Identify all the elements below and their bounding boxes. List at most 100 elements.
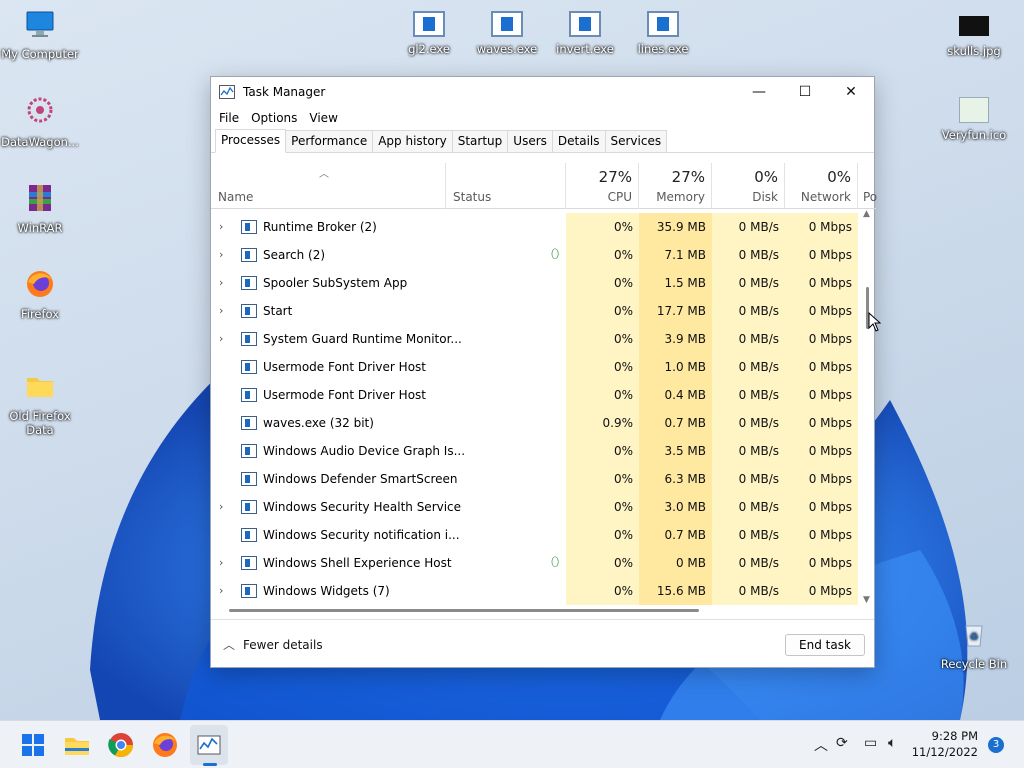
desktop-icon-old-firefox-data[interactable]: Old Firefox Data — [0, 356, 80, 451]
desktop-icon-my-computer[interactable]: My Computer — [0, 8, 80, 61]
process-memory-cell: 15.6 MB — [639, 577, 712, 605]
process-cpu-cell: 0% — [566, 577, 639, 605]
expand-chevron-icon[interactable]: › — [219, 241, 223, 269]
fewer-details-button[interactable]: ︿ Fewer details — [223, 636, 323, 653]
process-row[interactable]: › Spooler SubSystem App 0% 1.5 MB 0 MB/s 0 Mb… — [211, 269, 859, 297]
menu-options[interactable]: Options — [251, 111, 297, 125]
end-task-button[interactable]: End task — [785, 634, 865, 656]
title-bar[interactable]: Task Manager — ☐ ✕ — [211, 77, 874, 107]
chrome-icon[interactable] — [107, 731, 135, 759]
desktop-icon-veryfun[interactable]: Veryfun.ico — [934, 94, 1014, 142]
taskbar: ︿ ⟳ ▭ 🔈︎ 9:28 PM 11/12/2022 3 — [0, 720, 1024, 768]
process-disk-cell: 0 MB/s — [712, 437, 785, 465]
process-row[interactable]: Windows Security notification i... 0% 0.7 … — [211, 521, 859, 549]
tab-performance[interactable]: Performance — [285, 130, 374, 152]
task-manager-window[interactable]: Task Manager — ☐ ✕ File Options View Pro… — [210, 76, 877, 668]
process-row[interactable]: waves.exe (32 bit) 0.9% 0.7 MB 0 MB/s 0 Mbps — [211, 409, 859, 437]
process-name: Windows Defender SmartScreen — [263, 472, 458, 486]
scroll-up-icon[interactable]: ▲ — [863, 209, 870, 219]
process-row[interactable]: Usermode Font Driver Host 0% 1.0 MB 0 MB/s 0… — [211, 353, 859, 381]
update-icon[interactable]: ⟳ — [836, 735, 848, 751]
process-memory-cell: 6.3 MB — [639, 465, 712, 493]
minimize-button[interactable]: — — [736, 77, 782, 107]
expand-chevron-icon[interactable]: › — [219, 213, 223, 241]
process-list[interactable]: › Runtime Broker (2) 0% 35.9 MB 0 MB/s 0 Mbps… — [211, 213, 859, 605]
efficiency-mode-leaf-icon: ⬯ — [551, 555, 560, 570]
start-icon[interactable] — [19, 731, 47, 759]
column-header-network[interactable]: 0% Network — [785, 163, 858, 209]
notification-badge[interactable]: 3 — [988, 737, 1004, 753]
column-header-status[interactable]: Status — [446, 163, 566, 209]
process-icon — [241, 584, 257, 598]
task-manager-icon[interactable] — [195, 731, 223, 759]
clock[interactable]: 9:28 PM 11/12/2022 — [912, 728, 978, 760]
column-header-disk[interactable]: 0% Disk — [712, 163, 785, 209]
task-manager-icon — [219, 85, 235, 99]
process-row[interactable]: › Windows Widgets (7) 0% 15.6 MB 0 MB/s 0 Mbp… — [211, 577, 859, 605]
process-disk-cell: 0 MB/s — [712, 409, 785, 437]
process-name: Spooler SubSystem App — [263, 276, 408, 290]
tab-app-history[interactable]: App history — [372, 130, 453, 152]
desktop-icon-recycle-bin[interactable]: ♻ Recycle Bin — [934, 618, 1014, 671]
expand-chevron-icon[interactable]: › — [219, 493, 223, 521]
menu-view[interactable]: View — [309, 111, 337, 125]
desktop-icon-lines[interactable]: lines.exe — [623, 8, 703, 56]
desktop-icon-winrar[interactable]: WinRAR — [0, 182, 80, 235]
desktop-icon-waves[interactable]: waves.exe — [467, 8, 547, 56]
process-row[interactable]: Windows Defender SmartScreen 0% 6.3 MB 0 MB… — [211, 465, 859, 493]
expand-chevron-icon[interactable]: › — [219, 549, 223, 577]
close-button[interactable]: ✕ — [828, 77, 874, 107]
process-row[interactable]: Usermode Font Driver Host 0% 0.4 MB 0 MB/s 0… — [211, 381, 859, 409]
desktop-icon-invert[interactable]: invert.exe — [545, 8, 625, 56]
process-row[interactable]: › Start 0% 17.7 MB 0 MB/s 0 Mbps — [211, 297, 859, 325]
process-row[interactable]: › Search (2) ⬯ 0% 7.1 MB 0 MB/s 0 Mbps — [211, 241, 859, 269]
tab-startup[interactable]: Startup — [451, 130, 509, 152]
process-network-cell: 0 Mbps — [785, 241, 858, 269]
firefox-icon[interactable] — [151, 731, 179, 759]
expand-chevron-icon[interactable]: › — [219, 297, 223, 325]
volume-icon[interactable]: 🔈︎ — [888, 735, 896, 751]
expand-chevron-icon[interactable]: › — [219, 269, 223, 297]
mouse-cursor-icon — [868, 312, 882, 332]
desktop-icon-datawagon[interactable]: DataWagon... — [0, 96, 80, 149]
process-row[interactable]: Windows Audio Device Graph Is... 0% 3.5 MB… — [211, 437, 859, 465]
process-disk-cell: 0 MB/s — [712, 549, 785, 577]
clock-time: 9:28 PM — [931, 729, 978, 743]
process-row[interactable]: › Windows Shell Experience Host ⬯ 0% 0 MB 0 M… — [211, 549, 859, 577]
process-disk-cell: 0 MB/s — [712, 325, 785, 353]
process-cpu-cell: 0% — [566, 549, 639, 577]
file-explorer-icon[interactable] — [63, 731, 91, 759]
column-header-power[interactable]: Po — [858, 163, 877, 209]
tab-users[interactable]: Users — [507, 130, 553, 152]
desktop-icon-firefox[interactable]: Firefox — [0, 268, 80, 321]
tab-details[interactable]: Details — [551, 130, 606, 152]
process-cpu-cell: 0% — [566, 521, 639, 549]
column-header-memory[interactable]: 27% Memory — [639, 163, 712, 209]
horizontal-scrollbar-thumb[interactable] — [229, 609, 699, 612]
tab-processes[interactable]: Processes — [215, 129, 287, 153]
exe-icon — [569, 11, 601, 37]
process-name: Windows Widgets (7) — [263, 584, 390, 598]
process-row[interactable]: › System Guard Runtime Monitor... 0% 3.9 MB… — [211, 325, 859, 353]
process-row[interactable]: › Runtime Broker (2) 0% 35.9 MB 0 MB/s 0 Mbps — [211, 213, 859, 241]
network-icon[interactable]: ▭ — [864, 735, 877, 751]
desktop-icon-skulls[interactable]: skulls.jpg — [934, 8, 1014, 58]
expand-chevron-icon[interactable]: › — [219, 577, 223, 605]
column-header-cpu[interactable]: 27% CPU — [566, 163, 639, 209]
process-icon — [241, 444, 257, 458]
tab-services[interactable]: Services — [604, 130, 668, 152]
scroll-down-icon[interactable]: ▼ — [863, 595, 870, 605]
column-header-name[interactable]: ︿ Name — [211, 163, 446, 209]
process-network-cell: 0 Mbps — [785, 549, 858, 577]
expand-chevron-icon[interactable]: › — [219, 325, 223, 353]
chevron-up-icon[interactable]: ︿ — [814, 735, 828, 755]
vertical-scrollbar[interactable]: ▲ ▼ — [861, 209, 875, 605]
process-disk-cell: 0 MB/s — [712, 577, 785, 605]
maximize-button[interactable]: ☐ — [782, 77, 828, 107]
desktop-icon-label: My Computer — [1, 47, 79, 61]
desktop-icon-gl2[interactable]: gl2.exe — [389, 8, 469, 56]
menu-file[interactable]: File — [219, 111, 239, 125]
process-network-cell: 0 Mbps — [785, 465, 858, 493]
process-icon — [241, 332, 257, 346]
process-row[interactable]: › Windows Security Health Service 0% 3.0 MB… — [211, 493, 859, 521]
